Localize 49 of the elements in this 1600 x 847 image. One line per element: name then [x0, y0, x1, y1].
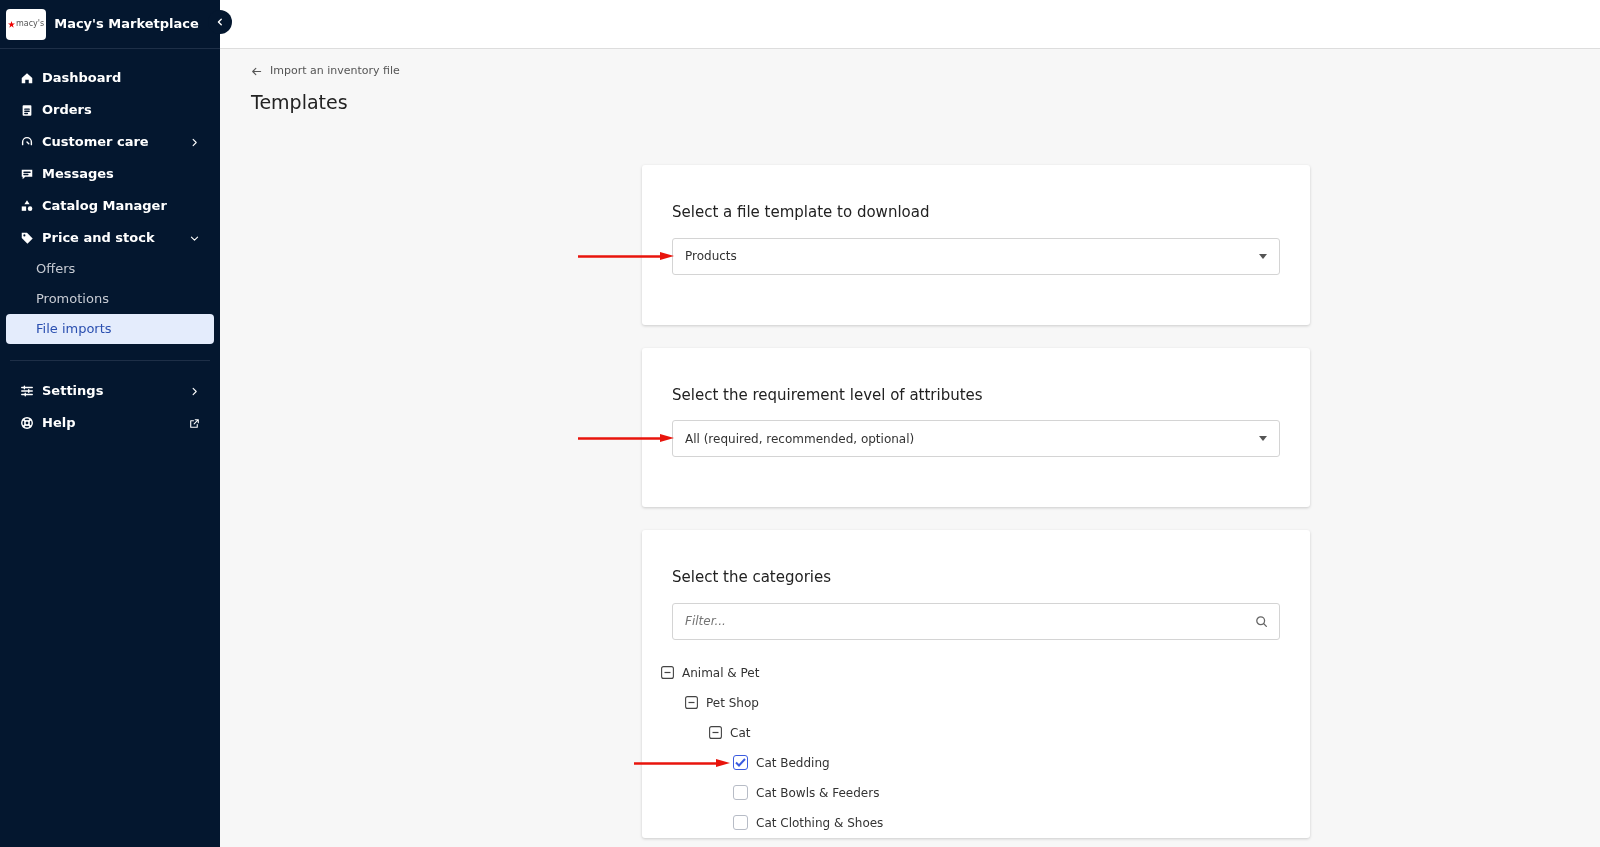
nav-item[interactable]: Price and stock: [6, 222, 214, 254]
nav-item[interactable]: Offers: [6, 254, 214, 284]
tree-label: Pet Shop: [706, 694, 759, 712]
nav-item[interactable]: Catalog Manager: [6, 190, 214, 222]
tag-icon: [20, 231, 34, 245]
logo: macy's: [6, 8, 47, 40]
checkbox[interactable]: [733, 785, 748, 801]
dropdown-select[interactable]: Products: [672, 237, 1280, 275]
app-title: Macy's Marketplace: [54, 15, 199, 34]
nav-item[interactable]: Promotions: [6, 284, 214, 314]
page-title: Templates: [251, 90, 349, 114]
tree-label: Animal & Pet: [682, 664, 760, 682]
chat-icon: [20, 167, 34, 181]
nav-item[interactable]: Settings: [6, 375, 214, 407]
tree-label: Cat: [730, 724, 751, 742]
checkbox[interactable]: [733, 755, 748, 771]
back-link[interactable]: Import an inventory file: [251, 63, 400, 80]
lifebuoy-icon: [20, 416, 34, 430]
nav-item[interactable]: Orders: [6, 94, 214, 126]
sliders-icon: [20, 384, 34, 398]
collapse-icon: [709, 726, 722, 740]
checkbox[interactable]: [733, 815, 748, 831]
chevron-left-icon: [215, 17, 225, 27]
dropdown-select[interactable]: All (required, recommended, optional): [672, 420, 1280, 458]
clipboard-icon: [20, 103, 34, 117]
nav-item[interactable]: Messages: [6, 158, 214, 190]
nav-item[interactable]: Help: [6, 407, 214, 439]
collapse-icon: [661, 666, 674, 680]
external-link-icon: [189, 417, 200, 429]
collapse-icon: [685, 696, 698, 710]
card-title: Select a file template to download: [672, 202, 931, 224]
tree-label: Cat Bedding: [756, 754, 830, 772]
tree-label: Cat Clothing & Shoes: [756, 814, 884, 832]
shapes-icon: [20, 199, 34, 213]
search-icon: [1255, 614, 1268, 628]
nav-item[interactable]: Dashboard: [6, 62, 214, 94]
filter-field[interactable]: Filter...: [672, 602, 1280, 640]
card-title: Select the requirement level of attributes: [672, 384, 984, 406]
card-title: Select the categories: [672, 567, 833, 589]
nav-item[interactable]: Customer care: [6, 126, 214, 158]
tree-toggle[interactable]: [709, 726, 722, 740]
caret-icon: [1259, 253, 1267, 259]
arrow-left-icon: [251, 66, 262, 77]
home-icon: [20, 71, 34, 85]
nav-item[interactable]: File imports: [6, 314, 214, 344]
tree-label: Cat Bowls & Feeders: [756, 784, 880, 802]
tree-toggle[interactable]: [661, 666, 674, 680]
caret-icon: [1259, 436, 1267, 442]
tree-toggle[interactable]: [685, 696, 698, 710]
